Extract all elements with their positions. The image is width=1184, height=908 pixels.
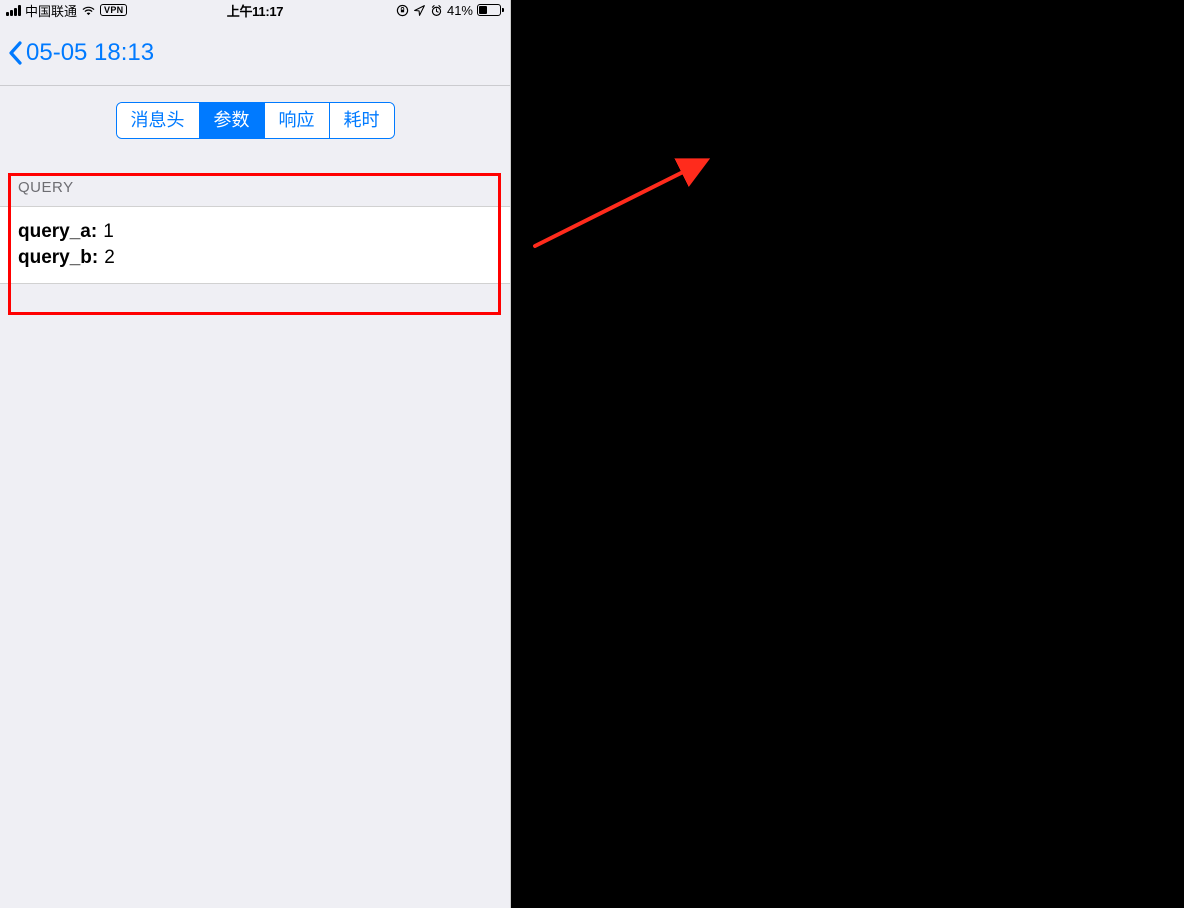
back-button[interactable]: 05-05 18:13 (8, 39, 154, 67)
segmented-control: 消息头 参数 响应 耗时 (116, 102, 395, 139)
phone-screen: 中国联通 VPN 上午11:17 41% (0, 0, 511, 908)
battery-icon (477, 4, 504, 16)
location-icon (413, 4, 426, 17)
right-black-panel (511, 0, 1184, 908)
query-val: 2 (104, 245, 115, 271)
battery-percent: 41% (447, 3, 473, 18)
nav-bar: 05-05 18:13 (0, 20, 510, 86)
tab-timing[interactable]: 耗时 (330, 103, 394, 138)
chevron-left-icon (8, 41, 23, 65)
alarm-icon (430, 4, 443, 17)
vpn-badge: VPN (100, 4, 127, 16)
tab-headers[interactable]: 消息头 (117, 103, 200, 138)
section-header-query: QUERY (0, 167, 510, 206)
status-right: 41% (396, 3, 504, 18)
tab-params[interactable]: 参数 (200, 103, 265, 138)
query-val: 1 (103, 219, 114, 245)
back-title: 05-05 18:13 (26, 39, 154, 67)
query-section: QUERY query_a: 1 query_b: 2 (0, 167, 510, 283)
arrow-annotation (511, 0, 1184, 908)
signal-icon (6, 5, 21, 16)
status-time: 上午11:17 (227, 1, 283, 20)
status-bar: 中国联通 VPN 上午11:17 41% (0, 0, 510, 20)
wifi-icon (81, 5, 96, 16)
tab-response[interactable]: 响应 (265, 103, 330, 138)
query-row: query_a: 1 (18, 219, 492, 245)
query-list: query_a: 1 query_b: 2 (0, 206, 510, 283)
query-row: query_b: 2 (18, 245, 492, 271)
query-key: query_b: (18, 245, 98, 271)
query-key: query_a: (18, 219, 97, 245)
orientation-lock-icon (396, 4, 409, 17)
carrier-label: 中国联通 (25, 1, 77, 20)
status-left: 中国联通 VPN (6, 1, 127, 20)
segmented-control-wrap: 消息头 参数 响应 耗时 (0, 86, 510, 157)
